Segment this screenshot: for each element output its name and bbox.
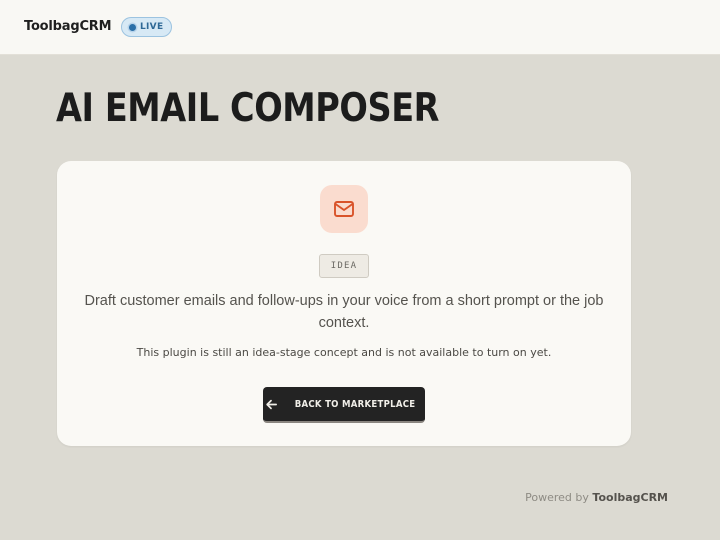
brand-name[interactable]: ToolbagCRM — [24, 19, 112, 34]
stage-badge: IDEA — [319, 254, 369, 278]
plugin-icon-tile — [320, 185, 368, 233]
back-button-label: BACK TO MARKETPLACE — [295, 398, 416, 410]
plugin-description: Draft customer emails and follow-ups in … — [84, 293, 604, 331]
arrow-left-icon — [266, 399, 278, 409]
page-title: AI EMAIL COMPOSER — [56, 86, 440, 131]
mail-icon — [334, 201, 354, 217]
back-to-marketplace-button[interactable]: BACK TO MARKETPLACE — [263, 387, 425, 423]
powered-by-prefix: Powered by — [525, 491, 589, 504]
live-status-label: LIVE — [140, 22, 164, 32]
plugin-card: IDEA Draft customer emails and follow-up… — [57, 161, 631, 446]
availability-notice: This plugin is still an idea-stage conce… — [136, 346, 552, 359]
live-dot-icon — [129, 23, 136, 31]
powered-by: Powered by ToolbagCRM — [525, 491, 668, 504]
top-bar: ToolbagCRM LIVE — [0, 0, 720, 55]
powered-by-brand[interactable]: ToolbagCRM — [592, 491, 668, 504]
live-status-badge: LIVE — [121, 17, 173, 37]
